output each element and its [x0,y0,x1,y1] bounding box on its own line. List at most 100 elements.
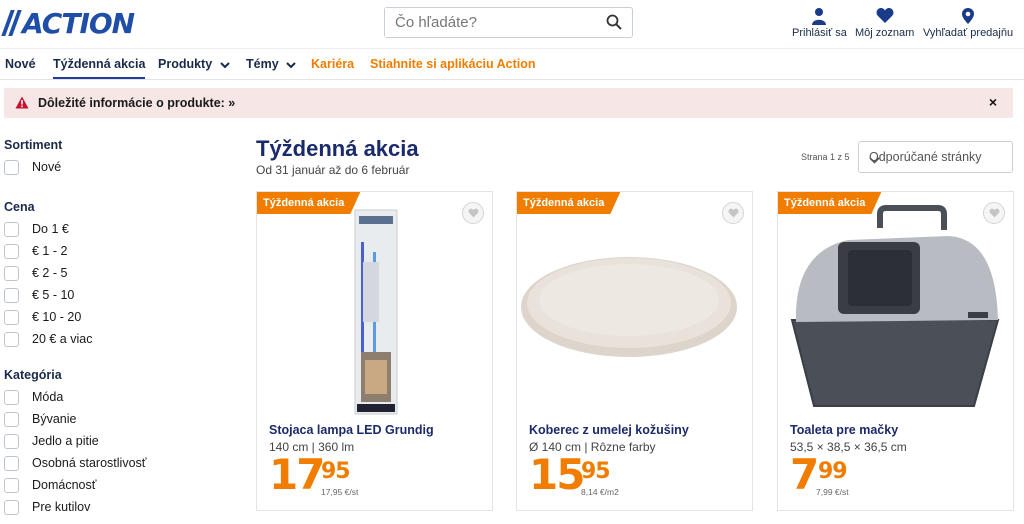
unit-price: 17,95 €/st [321,487,359,497]
product-info-alert[interactable]: Dôležité informácie o produkte: » × [4,88,1013,118]
checkbox[interactable] [4,265,19,281]
filter-option-label: 20 € a viac [32,332,93,346]
filter-option[interactable]: € 10 - 20 [4,306,204,328]
price-decimals: 95 [581,459,611,484]
filter-option[interactable]: Bývanie [4,408,204,430]
search-icon[interactable] [606,14,622,35]
logo-text: ACTION [22,6,135,40]
nav-item-kariera[interactable]: Kariéra [311,57,354,71]
filter-option-label: € 5 - 10 [32,288,75,302]
warning-icon [15,96,29,114]
product-image-floor-lamp[interactable] [257,192,494,417]
unit-price: 8,14 €/m2 [581,487,619,497]
nav-item-temy-label: Témy [246,57,279,71]
close-icon[interactable]: × [989,94,997,110]
login-label: Prihlásiť sa [792,27,847,39]
page-title: Týždenná akcia [256,136,419,161]
filter-option-label: Pre kutilov [32,500,91,514]
product-card[interactable]: Týždenná akcia Toaleta pre mačky 53,5 × … [777,191,1014,511]
nav-item-app-download[interactable]: Stiahnite si aplikáciu Action [370,57,536,71]
chevron-down-icon [869,153,1002,167]
product-card[interactable]: Týždenná akcia Koberec z umelej kožušiny… [516,191,753,511]
heart-icon[interactable] [983,202,1005,224]
filter-option[interactable]: Osobná starostlivosť [4,452,204,474]
filter-option[interactable]: Nové [4,156,204,178]
checkbox[interactable] [4,331,19,347]
filter-option[interactable]: € 1 - 2 [4,240,204,262]
weekly-deal-badge: Týždenná akcia [257,192,360,214]
login-link[interactable]: Prihlásiť sa [792,7,847,39]
search-input[interactable] [385,8,595,37]
search-box[interactable] [384,7,633,38]
filter-option[interactable]: € 5 - 10 [4,284,204,306]
checkbox[interactable] [4,243,19,259]
filter-option[interactable]: € 2 - 5 [4,262,204,284]
checkbox[interactable] [4,287,19,303]
price-decimals: 95 [321,459,351,484]
price-integer: 15 [529,450,585,499]
site-header: ACTION Prihlásiť sa Môj zoznam Vyhľadať … [0,0,1024,48]
page-subtitle: Od 31 január až do 6 február [256,163,410,177]
product-name[interactable]: Toaleta pre mačky [790,423,898,437]
filter-sidebar: Sortiment Nové Cena Do 1 € € 1 - 2 € 2 -… [4,138,204,518]
unit-price: 7,99 €/st [816,487,849,497]
chevron-down-icon [286,58,296,72]
checkbox[interactable] [4,411,19,427]
filter-option[interactable]: Domácnosť [4,474,204,496]
nav-item-produkty[interactable]: Produkty [158,57,230,72]
product-name[interactable]: Stojaca lampa LED Grundig [269,423,434,437]
chevron-down-icon [219,58,230,72]
filter-title-sortiment: Sortiment [4,138,63,152]
filter-option[interactable]: Pre kutilov [4,496,204,518]
filter-option-label: Móda [32,390,64,404]
checkbox[interactable] [4,433,19,449]
nav-item-temy[interactable]: Témy [246,57,296,72]
filter-option[interactable]: 20 € a viac [4,328,204,350]
heart-icon[interactable] [722,202,744,224]
filter-option[interactable]: Móda [4,386,204,408]
store-locator-link[interactable]: Vyhľadať predajňu [923,7,1013,39]
nav-item-produkty-label: Produkty [158,57,213,71]
weekly-deal-badge: Týždenná akcia [517,192,620,214]
filter-option-label: Do 1 € [32,222,69,236]
product-price: 17 95 17,95 €/st [269,454,358,498]
filter-option-label: € 2 - 5 [32,266,68,280]
filter-option-label: Nové [32,160,62,174]
filter-option-label: Jedlo a pitie [32,434,99,448]
filter-option-label: € 1 - 2 [32,244,68,258]
main-nav: Nové Týždenná akcia Produkty Témy Kariér… [0,48,1024,80]
price-integer: 17 [269,450,325,499]
checkbox[interactable] [4,499,19,515]
heart-icon [855,7,914,25]
product-name[interactable]: Koberec z umelej kožušiny [529,423,689,437]
my-list-link[interactable]: Môj zoznam [855,7,914,39]
filter-title-kategoria: Kategória [4,368,62,382]
price-integer: 7 [790,450,819,499]
checkbox[interactable] [4,309,19,325]
product-image-fur-rug[interactable] [517,192,754,417]
checkbox[interactable] [4,221,19,237]
product-image-cat-litter-box[interactable] [778,192,1015,417]
price-decimals: 99 [818,459,848,484]
sort-select[interactable]: Odporúčané stránky [858,141,1013,173]
product-price: 7 99 7,99 €/st [790,454,849,498]
heart-icon[interactable] [462,202,484,224]
product-price: 15 95 8,14 €/m2 [529,454,619,498]
filter-option-label: Bývanie [32,412,77,426]
logo-slashes [1,10,22,36]
nav-item-tyzdenna-akcia[interactable]: Týždenná akcia [53,57,146,79]
product-card[interactable]: Týždenná akcia Stojaca lampa LED Grundig… [256,191,493,511]
checkbox[interactable] [4,389,19,405]
checkbox[interactable] [4,455,19,471]
action-logo[interactable]: ACTION [1,6,135,40]
store-locator-label: Vyhľadať predajňu [923,27,1014,39]
alert-message[interactable]: Dôležité informácie o produkte: » [38,96,235,110]
checkbox[interactable] [4,159,19,175]
filter-option-label: € 10 - 20 [32,310,82,324]
checkbox[interactable] [4,477,19,493]
weekly-deal-badge: Týždenná akcia [778,192,881,214]
filter-option[interactable]: Jedlo a pitie [4,430,204,452]
my-list-label: Môj zoznam [855,27,915,39]
filter-option[interactable]: Do 1 € [4,218,204,240]
nav-item-nove[interactable]: Nové [5,57,36,71]
